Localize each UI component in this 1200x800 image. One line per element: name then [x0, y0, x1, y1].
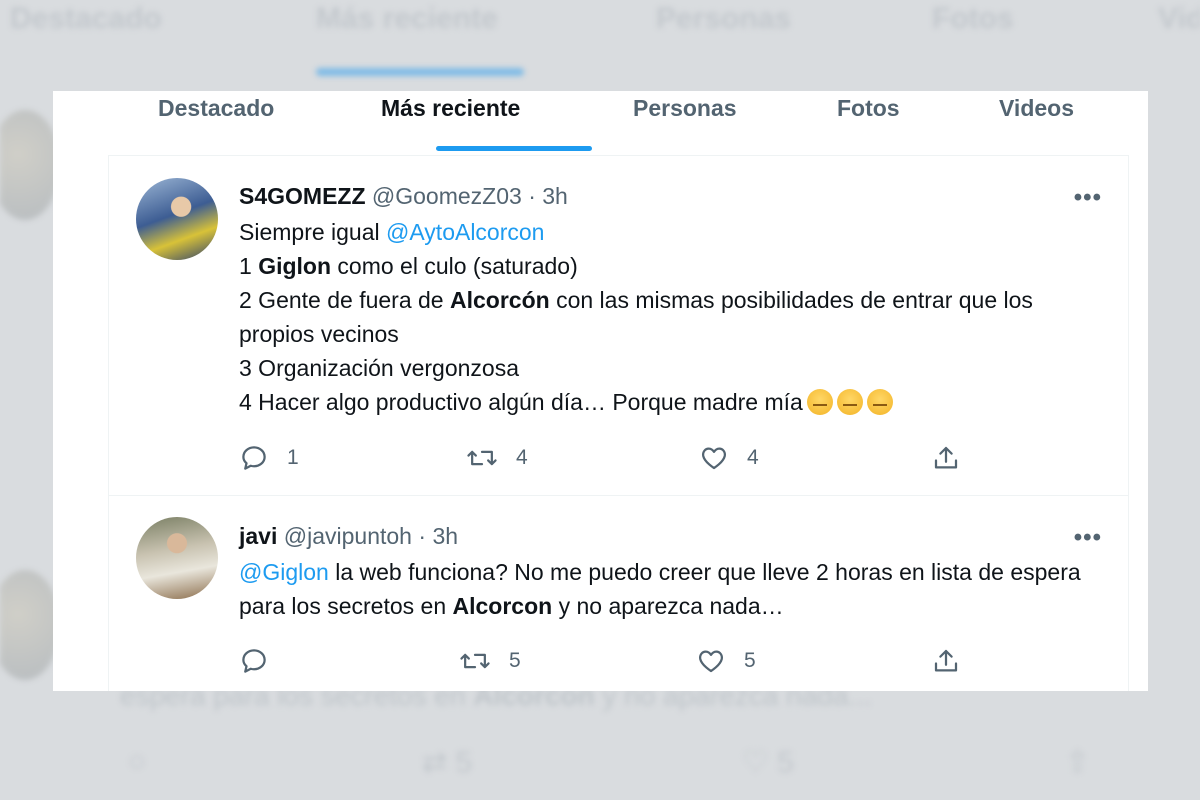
confused-face-emoji: [836, 389, 863, 415]
tab-destacado[interactable]: Destacado: [158, 95, 274, 122]
heart-icon: [698, 650, 724, 673]
tweet-text-segment: como el culo (saturado): [331, 253, 578, 279]
tab-fotos[interactable]: Fotos: [837, 95, 900, 122]
retweet-button[interactable]: 4: [466, 441, 528, 475]
share-button[interactable]: [931, 441, 961, 475]
background-avatar: [0, 110, 60, 220]
tweet-header: javi @javipuntoh · 3h: [239, 523, 458, 550]
tweet-text-segment: 1: [239, 253, 259, 279]
background-tab: Fotos: [932, 2, 1014, 35]
user-handle[interactable]: @GoomezZ03: [372, 183, 522, 209]
tweet-time[interactable]: 3h: [432, 523, 458, 549]
like-button[interactable]: 5: [696, 644, 756, 678]
more-options-icon[interactable]: •••: [1074, 184, 1102, 212]
retweet-icon: [460, 653, 490, 669]
tweet-text-segment: Siempre igual: [239, 219, 387, 245]
tweet-text-segment: 2 Gente de fuera de: [239, 287, 450, 313]
search-tabs: Destacado Más reciente Personas Fotos Vi…: [108, 91, 1128, 156]
like-button[interactable]: 4: [699, 441, 759, 475]
avatar[interactable]: [136, 178, 218, 260]
tab-mas-reciente[interactable]: Más reciente: [381, 95, 520, 122]
share-icon: [934, 446, 958, 469]
tweet-text: Siempre igual @AytoAlcorcon 1 Giglon com…: [239, 215, 1109, 419]
confused-face-emoji: [866, 389, 893, 415]
tweet-actions: 1 4 4: [239, 441, 1099, 475]
like-count: 5: [744, 649, 756, 672]
tweet-text: @Giglon la web funciona? No me puedo cre…: [239, 555, 1109, 623]
share-button[interactable]: [931, 644, 961, 678]
tweet[interactable]: javi @javipuntoh · 3h ••• @Giglon la web…: [108, 496, 1128, 691]
grimacing-face-emoji: [806, 389, 833, 415]
user-name[interactable]: S4GOMEZZ: [239, 183, 366, 209]
heart-icon: [701, 447, 727, 470]
highlighted-term: Alcorcon: [452, 593, 553, 619]
separator-dot: ·: [418, 523, 427, 549]
background-tab: Más reciente: [316, 2, 498, 35]
reply-icon: [242, 446, 266, 470]
reply-icon: [242, 649, 266, 673]
background-tab: Videos: [1158, 2, 1200, 35]
share-icon: [934, 649, 958, 672]
separator-dot: ·: [528, 183, 536, 209]
background-tab: Destacado: [10, 2, 162, 35]
tweet-text-segment: y no aparezca nada…: [552, 593, 784, 619]
tab-personas[interactable]: Personas: [633, 95, 737, 122]
mention-link[interactable]: @Giglon: [239, 559, 329, 585]
tweet-time[interactable]: 3h: [542, 183, 568, 209]
reply-count: 1: [287, 446, 299, 469]
retweet-button[interactable]: 5: [459, 644, 521, 678]
background-tab: Personas: [656, 2, 792, 35]
background-tab-underline: [316, 68, 524, 76]
more-options-icon[interactable]: •••: [1074, 524, 1102, 552]
retweet-count: 5: [509, 649, 521, 672]
reply-button[interactable]: 1: [239, 441, 299, 475]
mention-link[interactable]: @AytoAlcorcon: [386, 219, 544, 245]
retweet-count: 4: [516, 446, 528, 469]
background-tabs: Destacado Más reciente Personas Fotos Vi…: [0, 0, 1200, 40]
tweet-text-segment: 4 Hacer algo productivo algún día… Porqu…: [239, 389, 803, 415]
active-tab-indicator: [436, 146, 592, 151]
background-actions: ○ ⇄ 5 ♡ 5 ⇧: [128, 745, 1091, 779]
user-handle[interactable]: @javipuntoh: [284, 523, 412, 549]
highlighted-term: Alcorcón: [450, 287, 550, 313]
tweet-header: S4GOMEZZ @GoomezZ03 · 3h: [239, 183, 568, 210]
retweet-icon: [467, 450, 497, 466]
column-border-right: [1128, 155, 1129, 691]
user-name[interactable]: javi: [239, 523, 277, 549]
tweet-actions: 5 5: [239, 644, 1099, 678]
reply-button[interactable]: [239, 644, 287, 678]
like-count: 4: [747, 446, 759, 469]
tweet[interactable]: S4GOMEZZ @GoomezZ03 · 3h ••• Siempre igu…: [108, 156, 1128, 496]
avatar[interactable]: [136, 517, 218, 599]
highlighted-term: Giglon: [258, 253, 332, 279]
background-avatar: [0, 570, 60, 680]
tab-videos[interactable]: Videos: [999, 95, 1074, 122]
search-results-panel: Destacado Más reciente Personas Fotos Vi…: [53, 91, 1148, 691]
tweet-text-segment: 3 Organización vergonzosa: [239, 355, 519, 381]
